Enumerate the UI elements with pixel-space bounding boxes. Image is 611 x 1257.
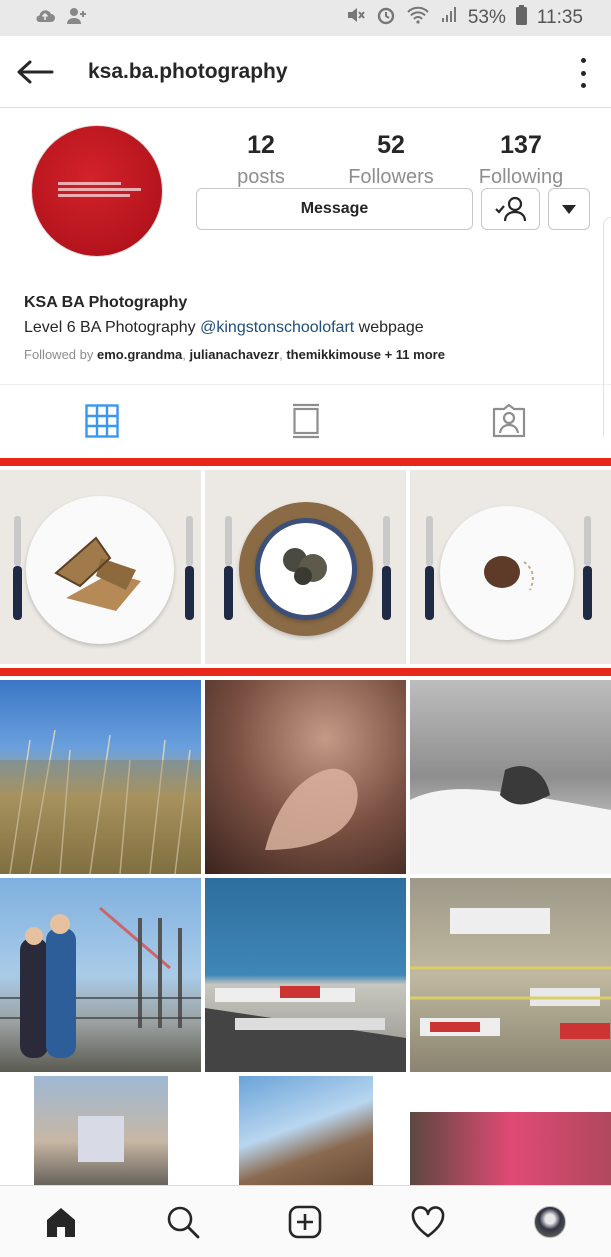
grid-icon [85, 403, 119, 438]
post-thumbnail[interactable] [0, 878, 201, 1072]
profile-bio: KSA BA Photography Level 6 BA Photograph… [24, 294, 594, 362]
back-button[interactable] [0, 36, 70, 108]
tab-tagged[interactable] [407, 385, 611, 457]
following-count[interactable]: 137 Following [456, 130, 586, 189]
bio-mention-link[interactable]: @kingstonschoolofart [200, 319, 354, 336]
followed-by-prefix: Followed by [24, 347, 97, 362]
heart-icon [411, 1205, 444, 1237]
post-thumbnail[interactable] [205, 470, 406, 664]
followers-count[interactable]: 52 Followers [326, 130, 456, 189]
followers-count-label: Followers [348, 166, 434, 188]
grid-row [0, 878, 611, 1072]
avatar-poster-text-graphic [58, 182, 148, 200]
bio-text: Level 6 BA Photography [24, 319, 201, 336]
scrollbar[interactable] [603, 217, 611, 437]
posts-count[interactable]: 12 posts [196, 130, 326, 189]
highlight-line [0, 458, 611, 466]
nav-new-post[interactable] [275, 1192, 335, 1252]
profile-actions: Message [196, 188, 590, 230]
suggested-accounts-button[interactable] [548, 188, 590, 230]
grid-row [0, 680, 611, 874]
profile-header-bar: ksa.ba.photography [0, 36, 611, 108]
posts-count-label: posts [237, 166, 285, 188]
battery-percent: 53% [467, 7, 506, 28]
message-button[interactable]: Message [196, 188, 473, 230]
alarm-icon [376, 5, 396, 31]
clock-time: 11:35 [536, 7, 583, 28]
nav-search[interactable] [153, 1192, 213, 1252]
following-count-value: 137 [500, 131, 542, 159]
profile-avatar[interactable] [32, 126, 162, 256]
battery-icon [515, 5, 527, 31]
instagram-profile-screen: 53% 11:35 ksa.ba.photography 12 posts 52… [0, 0, 611, 1257]
add-post-icon [289, 1205, 322, 1238]
chevron-down-icon [562, 204, 576, 214]
followed-by-more[interactable]: + 11 more [385, 347, 445, 362]
more-options-icon [580, 58, 586, 63]
mute-icon [346, 6, 366, 30]
feed-icon [292, 403, 319, 438]
profile-display-name: KSA BA Photography [24, 294, 188, 311]
following-status-button[interactable] [481, 188, 540, 230]
post-thumbnail[interactable] [0, 470, 201, 664]
post-thumbnail[interactable] [0, 680, 201, 874]
followers-count-value: 52 [377, 131, 405, 159]
add-person-icon [66, 7, 88, 30]
posts-grid [0, 458, 611, 1257]
options-menu-button[interactable] [573, 58, 593, 88]
profile-description: Level 6 BA Photography @kingstonschoolof… [24, 319, 594, 337]
bio-text-suffix: webpage [354, 319, 424, 336]
cloud-upload-icon [34, 8, 56, 29]
profile-stats: 12 posts 52 Followers 137 Following [196, 130, 586, 189]
tagged-icon [493, 403, 526, 437]
followed-by-user[interactable]: julianachavezr [189, 347, 279, 362]
nav-activity[interactable] [398, 1192, 458, 1252]
profile-avatar-icon [533, 1205, 566, 1238]
following-count-label: Following [478, 166, 564, 188]
person-check-icon [494, 196, 526, 222]
post-thumbnail[interactable] [205, 680, 406, 874]
nav-profile[interactable] [520, 1192, 580, 1252]
tab-feed[interactable] [204, 385, 408, 457]
profile-section: 12 posts 52 Followers 137 Following Mess… [0, 108, 611, 384]
bottom-navigation [0, 1185, 611, 1257]
followed-by-user[interactable]: emo.grandma [97, 347, 182, 362]
signal-icon [440, 6, 458, 30]
grid-row [0, 470, 611, 664]
post-thumbnail[interactable] [205, 878, 406, 1072]
status-bar: 53% 11:35 [0, 0, 611, 36]
profile-tabs [0, 384, 611, 456]
wifi-icon [406, 6, 430, 30]
header-username: ksa.ba.photography [88, 59, 288, 83]
highlight-line [0, 668, 611, 676]
followed-by-user[interactable]: themikkimouse [286, 347, 381, 362]
back-arrow-icon [17, 60, 54, 83]
home-icon [47, 1207, 76, 1237]
posts-count-value: 12 [247, 131, 275, 159]
tab-grid[interactable] [0, 385, 204, 457]
followed-by[interactable]: Followed by emo.grandma, julianachavezr,… [24, 347, 594, 362]
post-thumbnail[interactable] [410, 470, 611, 664]
search-icon [167, 1206, 200, 1238]
nav-home[interactable] [31, 1192, 91, 1252]
post-thumbnail[interactable] [410, 680, 611, 874]
post-thumbnail[interactable] [410, 878, 611, 1072]
